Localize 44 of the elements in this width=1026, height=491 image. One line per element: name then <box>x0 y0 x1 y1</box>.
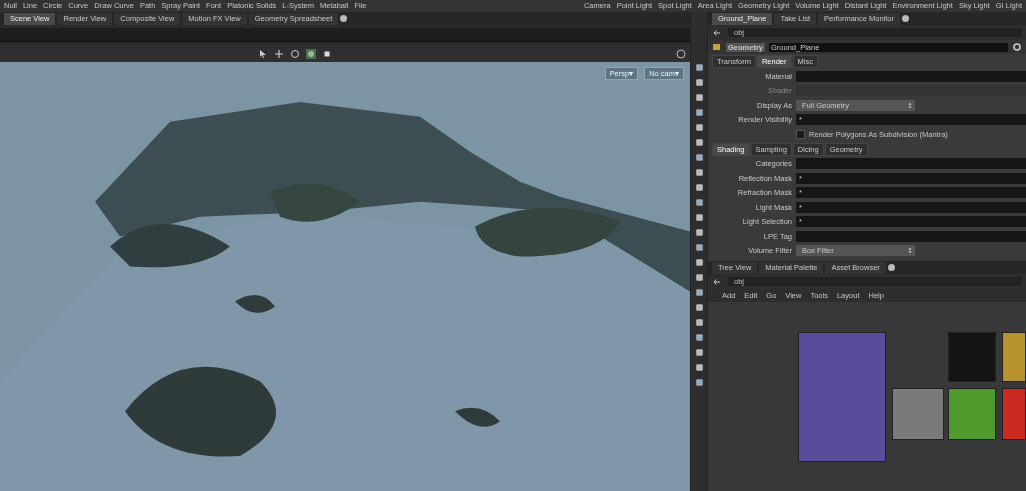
display-tool-icon[interactable] <box>693 272 705 283</box>
checkbox[interactable] <box>796 129 805 139</box>
display-tool-icon[interactable] <box>693 92 705 103</box>
display-tool-icon[interactable] <box>693 122 705 133</box>
settings-icon[interactable] <box>1012 42 1022 52</box>
text-field[interactable] <box>796 70 1026 82</box>
move-tool-icon[interactable] <box>274 48 284 59</box>
display-tool-icon[interactable] <box>693 62 705 73</box>
add-tab-icon[interactable] <box>902 15 909 22</box>
network-box[interactable] <box>892 388 944 440</box>
display-tool-icon[interactable] <box>693 167 705 178</box>
back-icon[interactable] <box>712 27 722 38</box>
snap-tool-icon[interactable] <box>306 48 316 59</box>
display-tool-icon[interactable] <box>693 242 705 253</box>
display-tool-icon[interactable] <box>693 257 705 268</box>
display-tool-icon[interactable] <box>693 302 705 313</box>
display-tool-icon[interactable] <box>693 77 705 88</box>
display-tool-icon[interactable] <box>693 152 705 163</box>
add-tab-icon[interactable] <box>887 264 895 271</box>
display-tool-icon[interactable] <box>693 347 705 358</box>
network-box[interactable] <box>948 388 996 440</box>
display-tool-icon[interactable] <box>693 107 705 118</box>
display-tool-icon[interactable] <box>693 137 705 148</box>
up-down-arrows-icon <box>908 247 912 255</box>
display-tool-icon[interactable] <box>693 362 705 373</box>
display-tool-icon[interactable] <box>693 287 705 298</box>
geometry-node-icon <box>712 42 722 52</box>
display-tool-icon[interactable] <box>693 377 705 388</box>
text-field[interactable] <box>796 230 1026 242</box>
network-box[interactable] <box>1002 388 1026 440</box>
back-icon[interactable] <box>712 276 722 287</box>
display-tool-icon[interactable] <box>693 182 705 193</box>
display-tool-icon[interactable] <box>693 332 705 343</box>
help-icon[interactable] <box>676 48 686 59</box>
display-tool-icon[interactable] <box>693 212 705 223</box>
network-box[interactable] <box>1002 332 1026 382</box>
display-tool-icon[interactable] <box>693 197 705 208</box>
display-tool-icon[interactable] <box>693 227 705 238</box>
display-tool-icon[interactable] <box>693 317 705 328</box>
add-tab-icon[interactable] <box>340 15 348 22</box>
select-tool-icon[interactable] <box>258 48 268 59</box>
up-down-arrows-icon <box>908 101 912 109</box>
text-field[interactable] <box>796 158 1026 170</box>
rotate-tool-icon[interactable] <box>290 48 300 59</box>
